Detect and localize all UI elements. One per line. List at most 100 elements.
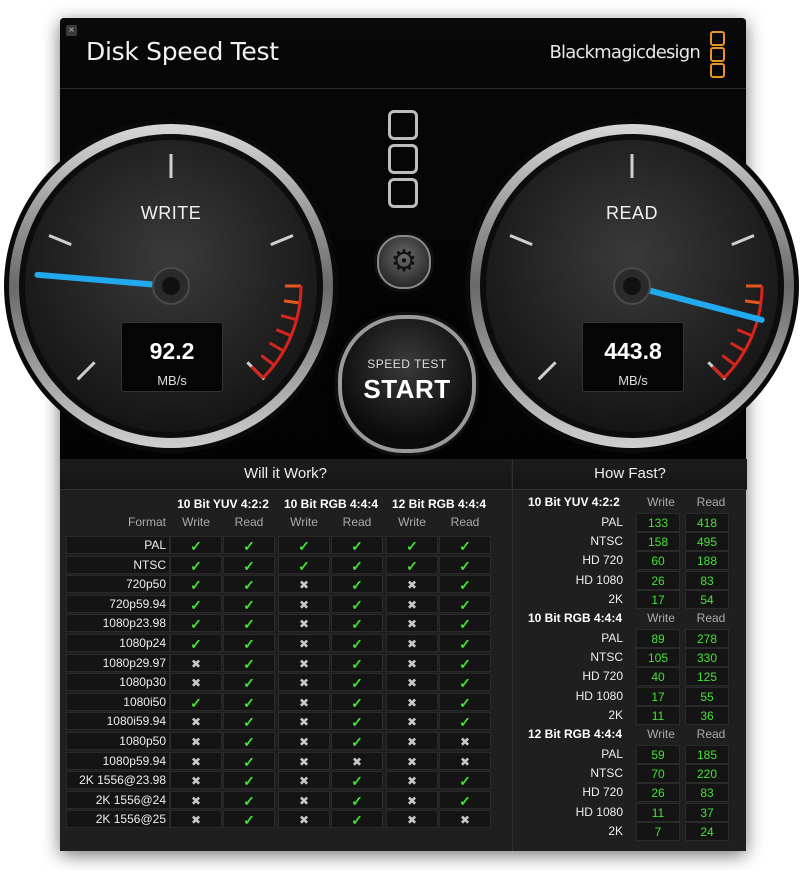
speed-write-value: 7 xyxy=(636,821,680,841)
speed-format-label: 2K xyxy=(608,823,623,838)
check-icon: ✓ xyxy=(331,673,383,692)
check-icon: ✓ xyxy=(223,692,275,711)
check-icon: ✓ xyxy=(278,536,330,554)
speed-subcolumn-header: Write xyxy=(647,727,675,741)
format-label: 2K 1556@25 xyxy=(95,812,166,827)
read-needle-cap xyxy=(623,277,641,295)
cross-icon: ✖ xyxy=(386,634,438,652)
speed-format-label: HD 1080 xyxy=(575,804,623,819)
cross-icon: ✖ xyxy=(170,732,222,750)
speed-read-value: 24 xyxy=(685,821,729,841)
check-icon: ✓ xyxy=(223,673,275,692)
write-redzone-tick xyxy=(283,299,301,305)
check-icon: ✓ xyxy=(223,614,275,633)
subcolumn-header: Write xyxy=(290,515,318,529)
check-icon: ✓ xyxy=(223,555,275,574)
app-title: Disk Speed Test xyxy=(86,37,279,66)
indicator-square-3 xyxy=(388,178,418,208)
will-it-work-title: Will it Work? xyxy=(60,459,511,490)
how-fast-section: How Fast? 10 Bit YUV 4:2:2 Write Read PAL 13… xyxy=(512,459,747,851)
format-label: 1080p24 xyxy=(119,636,166,650)
indicator-square-1 xyxy=(388,110,418,140)
cross-icon: ✖ xyxy=(278,790,330,809)
check-icon: ✓ xyxy=(278,555,330,574)
check-icon: ✓ xyxy=(331,790,383,809)
cross-icon: ✖ xyxy=(386,732,438,750)
speed-format-label: HD 1080 xyxy=(575,688,623,703)
speed-write-value: 17 xyxy=(636,589,680,609)
cross-icon: ✖ xyxy=(278,673,330,692)
check-icon: ✓ xyxy=(331,634,383,652)
speed-format-label: PAL xyxy=(601,515,623,529)
speed-format-label: HD 1080 xyxy=(575,572,623,587)
write-readout: 92.2 MB/s xyxy=(121,322,223,392)
speed-format-label: HD 720 xyxy=(582,669,623,684)
check-icon: ✓ xyxy=(223,751,275,770)
speed-subcolumn-header: Read xyxy=(696,495,726,509)
speed-read-value: 185 xyxy=(685,745,729,764)
speed-write-value: 89 xyxy=(636,629,680,648)
speed-write-value: 59 xyxy=(636,745,680,764)
cross-icon: ✖ xyxy=(170,653,222,672)
speed-read-value: 125 xyxy=(685,667,729,687)
speed-format-label: NTSC xyxy=(590,766,623,781)
cross-icon: ✖ xyxy=(386,712,438,731)
close-button[interactable]: × xyxy=(66,25,77,36)
check-icon: ✓ xyxy=(331,653,383,672)
check-icon: ✓ xyxy=(331,614,383,633)
blackmagic-logo-icon xyxy=(710,31,726,78)
check-icon: ✓ xyxy=(439,594,491,613)
check-icon: ✓ xyxy=(223,575,275,594)
speed-write-value: 60 xyxy=(636,551,680,571)
format-label: 1080p23.98 xyxy=(102,616,166,631)
subcolumn-header: Read xyxy=(342,515,372,529)
cross-icon: ✖ xyxy=(278,575,330,594)
speed-format-label: 2K xyxy=(608,707,623,722)
cross-icon: ✖ xyxy=(386,810,438,829)
speed-write-value: 40 xyxy=(636,667,680,687)
gear-icon: ⚙ xyxy=(390,245,418,278)
subcolumn-header: Read xyxy=(234,515,264,529)
cross-icon: ✖ xyxy=(386,594,438,613)
speed-format-label: HD 720 xyxy=(582,785,623,800)
format-label: PAL xyxy=(144,538,166,552)
check-icon: ✓ xyxy=(331,536,383,554)
cross-icon: ✖ xyxy=(386,653,438,672)
cross-icon: ✖ xyxy=(386,771,438,790)
cross-icon: ✖ xyxy=(278,732,330,750)
check-icon: ✓ xyxy=(170,536,222,554)
speed-read-value: 495 xyxy=(685,532,729,552)
check-icon: ✓ xyxy=(331,692,383,711)
format-label: 1080p59.94 xyxy=(102,753,166,768)
speed-read-value: 418 xyxy=(685,513,729,532)
write-value: 92.2 xyxy=(149,338,195,364)
check-icon: ✓ xyxy=(439,712,491,731)
speed-write-value: 26 xyxy=(636,783,680,803)
check-icon: ✓ xyxy=(223,790,275,809)
check-icon: ✓ xyxy=(439,614,491,633)
speed-subcolumn-header: Read xyxy=(696,611,726,625)
speed-group-header: 12 Bit RGB 4:4:4 xyxy=(528,727,623,741)
cross-icon: ✖ xyxy=(170,771,222,790)
brand-name: Blackmagicdesign xyxy=(549,42,700,63)
write-needle-cap xyxy=(162,277,180,295)
format-label: 720p50 xyxy=(125,577,166,592)
settings-button[interactable]: ⚙ xyxy=(377,235,431,289)
cross-icon: ✖ xyxy=(170,712,222,731)
format-label: 2K 1556@23.98 xyxy=(79,773,166,788)
check-icon: ✓ xyxy=(386,536,438,554)
speed-write-value: 11 xyxy=(636,802,680,822)
format-label: 1080p30 xyxy=(119,675,166,690)
speed-format-label: NTSC xyxy=(590,534,623,549)
check-icon: ✓ xyxy=(439,790,491,809)
speed-format-label: PAL xyxy=(601,747,623,761)
check-icon: ✓ xyxy=(223,634,275,652)
start-button[interactable]: SPEED TEST START xyxy=(338,315,476,453)
speed-subcolumn-header: Write xyxy=(647,611,675,625)
check-icon: ✓ xyxy=(331,575,383,594)
cross-icon: ✖ xyxy=(386,575,438,594)
check-icon: ✓ xyxy=(223,536,275,554)
speed-read-value: 83 xyxy=(685,783,729,803)
will-it-work-section: Will it Work? 10 Bit YUV 4:2:2 Write Read 1… xyxy=(60,459,511,851)
speed-write-value: 105 xyxy=(636,648,680,668)
